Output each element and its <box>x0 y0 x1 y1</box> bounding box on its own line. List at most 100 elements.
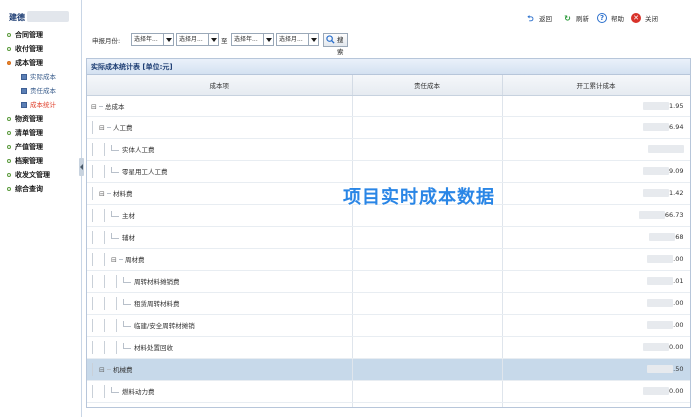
cost-table: 成本项 责任成本 开工累计成本 ⊟ 总成本 1.95 ⊟ 人工费 6.94 实体人工费 零星用… <box>87 75 690 407</box>
tree-node: 燃料动力费 <box>111 386 155 396</box>
column-header-responsibility-cost[interactable]: 责任成本 <box>352 75 503 96</box>
column-header-cost-item[interactable]: 成本项 <box>87 75 353 96</box>
tree-connector <box>99 105 103 107</box>
collapse-toggle-icon[interactable]: ⊟ <box>99 124 107 132</box>
sidebar-subitem[interactable]: 实际成本 <box>6 70 82 84</box>
refresh-button[interactable]: ↻ 刷新 <box>562 13 589 25</box>
refresh-icon: ↻ <box>564 14 571 23</box>
tree-node: 租赁周转材料费 <box>123 298 180 308</box>
table-row[interactable]: 辅材 68 <box>87 226 690 249</box>
sidebar-header: 建德 <box>9 11 75 25</box>
sidebar-item[interactable]: 产值管理 <box>6 140 82 154</box>
tree-leaf-connector <box>111 167 119 173</box>
from-year-value: 选择年... <box>134 36 158 43</box>
chevron-down-icon <box>163 34 173 45</box>
close-label: 关闭 <box>645 15 658 23</box>
table-row[interactable]: 租赁周转材料费 .00 <box>87 292 690 315</box>
back-icon: ⮌ <box>527 14 534 23</box>
cumulative-cost-value: .01 <box>673 277 684 285</box>
collapse-toggle-icon[interactable]: ⊟ <box>111 256 119 264</box>
bullet-icon <box>7 47 11 51</box>
redacted-value <box>647 255 674 263</box>
cost-item-cell: ⊟ 机械费 <box>87 358 353 381</box>
table-row[interactable]: 实体人工费 <box>87 138 690 161</box>
search-button[interactable]: 搜索 <box>323 33 348 56</box>
tree-node: 主材 <box>111 210 135 220</box>
cost-item-label: 材料处置回收 <box>134 344 173 352</box>
collapse-toggle-icon[interactable]: ⊟ <box>99 190 107 198</box>
cumulative-cost-cell: .50 <box>502 358 690 381</box>
cumulative-cost-cell: .00 <box>502 314 690 337</box>
responsibility-cost-cell <box>352 138 503 161</box>
table-row[interactable]: 周转材料摊销费 .01 <box>87 270 690 293</box>
tree-guide-line <box>87 403 99 407</box>
cost-item-label: 周材费 <box>125 256 145 264</box>
tree-guide-line <box>99 249 111 270</box>
sidebar-subitem-label: 实际成本 <box>30 73 56 81</box>
table-row[interactable]: ⊟ 周材费 .00 <box>87 248 690 271</box>
column-header-cumulative-cost[interactable]: 开工累计成本 <box>502 75 690 96</box>
table-row[interactable]: 燃料动力费 0.00 <box>87 380 690 403</box>
tree-node: 零星用工人工费 <box>111 166 168 176</box>
table-row[interactable]: 临建/安全周转材摊销 .00 <box>87 314 690 337</box>
redacted-value <box>643 343 670 351</box>
table-row[interactable]: ⊟ 机械费 .50 <box>87 358 690 381</box>
tree-connector <box>107 369 111 370</box>
table-row[interactable]: ⊟ 总成本 1.95 <box>87 95 690 117</box>
close-button[interactable]: ✕ 关闭 <box>631 13 658 25</box>
back-button[interactable]: ⮌ 返回 <box>525 13 552 25</box>
sidebar-item[interactable]: 档案管理 <box>6 154 82 168</box>
refresh-label: 刷新 <box>576 15 589 23</box>
redacted-value <box>647 365 674 373</box>
cumulative-cost-value: .00 <box>673 321 684 329</box>
tree-guide-line <box>87 271 99 292</box>
tree-leaf-connector <box>111 211 119 217</box>
sidebar-item[interactable]: 清单管理 <box>6 126 82 140</box>
tree-guide-line <box>99 381 111 402</box>
cumulative-cost-value: 6.94 <box>669 123 684 131</box>
sidebar-subitem[interactable]: 成本统计 <box>6 98 82 112</box>
to-year-select[interactable]: 选择年... <box>231 33 274 46</box>
sidebar-item[interactable]: 收发文管理 <box>6 168 82 182</box>
sidebar-item[interactable]: 成本管理 <box>6 56 82 70</box>
sidebar-item-label: 合同管理 <box>15 31 43 39</box>
sidebar-collapse-handle[interactable] <box>79 158 84 176</box>
sidebar-item[interactable]: 合同管理 <box>6 28 82 42</box>
table-row[interactable]: 租赁费 30 <box>87 402 690 407</box>
table-row[interactable]: 零星用工人工费 9.09 <box>87 160 690 183</box>
collapse-toggle-icon[interactable]: ⊟ <box>91 103 99 111</box>
from-month-select[interactable]: 选择月... <box>176 33 219 46</box>
responsibility-cost-cell <box>352 226 503 249</box>
cost-item-cell: 材料处置回收 <box>87 336 353 359</box>
cost-item-label: 租赁周转材料费 <box>134 300 180 308</box>
sidebar-item[interactable]: 综合查询 <box>6 182 82 196</box>
sidebar-subitem-label: 成本统计 <box>30 101 56 109</box>
to-month-select[interactable]: 选择月... <box>276 33 319 46</box>
help-icon: ? <box>597 13 607 23</box>
cost-item-label: 辅材 <box>122 234 135 242</box>
redacted-value <box>643 167 670 175</box>
cumulative-cost-value: 66.73 <box>664 211 684 219</box>
tree-guide-line <box>111 271 123 292</box>
table-row[interactable]: ⊟ 人工费 6.94 <box>87 116 690 139</box>
responsibility-cost-cell <box>352 292 503 315</box>
tree-guide-line <box>99 315 111 336</box>
from-year-select[interactable]: 选择年... <box>131 33 174 46</box>
search-icon <box>326 35 335 44</box>
sidebar-item[interactable]: 物资管理 <box>6 112 82 126</box>
tree-node: 材料处置回收 <box>123 342 173 352</box>
tree-guide-line <box>87 139 99 160</box>
help-label: 帮助 <box>611 15 624 23</box>
tree-guide-line <box>87 227 99 248</box>
sidebar-item[interactable]: 收付管理 <box>6 42 82 56</box>
table-row[interactable]: 材料处置回收 0.00 <box>87 336 690 359</box>
tree-guide-line <box>99 227 111 248</box>
sidebar-subitem[interactable]: 责任成本 <box>6 84 82 98</box>
sidebar-item-label: 综合查询 <box>15 185 43 193</box>
help-button[interactable]: ? 帮助 <box>597 13 624 25</box>
tree-guide-line <box>99 205 111 226</box>
cost-item-label: 主材 <box>122 212 135 220</box>
responsibility-cost-cell <box>352 160 503 183</box>
tree-guide-line <box>99 139 111 160</box>
collapse-toggle-icon[interactable]: ⊟ <box>99 366 107 374</box>
